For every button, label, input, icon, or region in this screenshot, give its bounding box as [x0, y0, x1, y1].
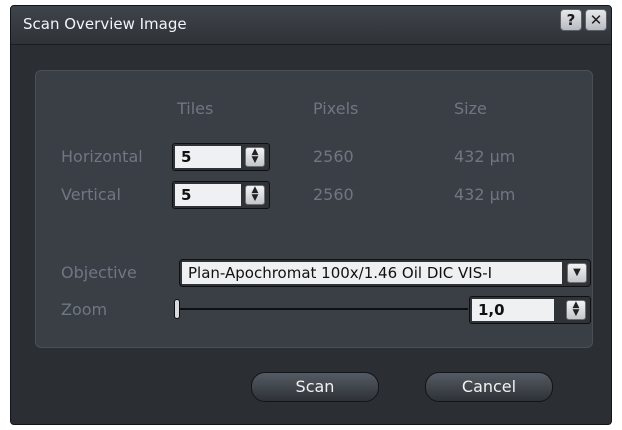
zoom-slider-track[interactable] [178, 308, 468, 310]
objective-label: Objective [61, 263, 137, 282]
objective-dropdown[interactable]: Plan-Apochromat 100x/1.46 Oil DIC VIS-I … [179, 259, 591, 287]
zoom-value[interactable]: 1,0 [472, 299, 554, 321]
dialog-title: Scan Overview Image [23, 15, 187, 33]
zoom-label: Zoom [61, 300, 108, 319]
column-header-pixels: Pixels [313, 99, 359, 118]
objective-value[interactable]: Plan-Apochromat 100x/1.46 Oil DIC VIS-I [182, 262, 562, 284]
column-header-size: Size [454, 99, 487, 118]
column-header-tiles: Tiles [177, 99, 214, 118]
chevron-down-icon[interactable]: ▼ [567, 263, 587, 283]
help-button[interactable]: ? [560, 9, 582, 31]
vertical-size: 432 µm [454, 185, 516, 204]
close-button[interactable]: ✕ [585, 9, 607, 31]
vertical-pixels: 2560 [313, 185, 354, 204]
zoom-spinbox[interactable]: 1,0 ▲ ▼ [469, 296, 591, 324]
vertical-tiles-value[interactable]: 5 [175, 184, 241, 206]
horizontal-tiles-spinbox[interactable]: 5 ▲ ▼ [172, 143, 270, 171]
settings-panel: Tiles Pixels Size Horizontal 5 ▲ ▼ 2560 4… [35, 70, 593, 348]
spin-updown-icon[interactable]: ▲ ▼ [245, 147, 265, 167]
horizontal-size: 432 µm [454, 147, 516, 166]
title-bar: Scan Overview Image ? ✕ [11, 6, 611, 45]
cancel-button[interactable]: Cancel [425, 372, 553, 402]
horizontal-label: Horizontal [61, 147, 143, 166]
horizontal-tiles-value[interactable]: 5 [175, 146, 241, 168]
spin-updown-icon[interactable]: ▲ ▼ [245, 185, 265, 205]
zoom-slider-handle[interactable] [174, 299, 180, 319]
scan-button[interactable]: Scan [251, 372, 379, 402]
vertical-tiles-spinbox[interactable]: 5 ▲ ▼ [172, 181, 270, 209]
scan-overview-dialog: Scan Overview Image ? ✕ Tiles Pixels Siz… [10, 5, 612, 425]
vertical-label: Vertical [61, 185, 121, 204]
horizontal-pixels: 2560 [313, 147, 354, 166]
spin-updown-icon[interactable]: ▲ ▼ [566, 300, 586, 320]
